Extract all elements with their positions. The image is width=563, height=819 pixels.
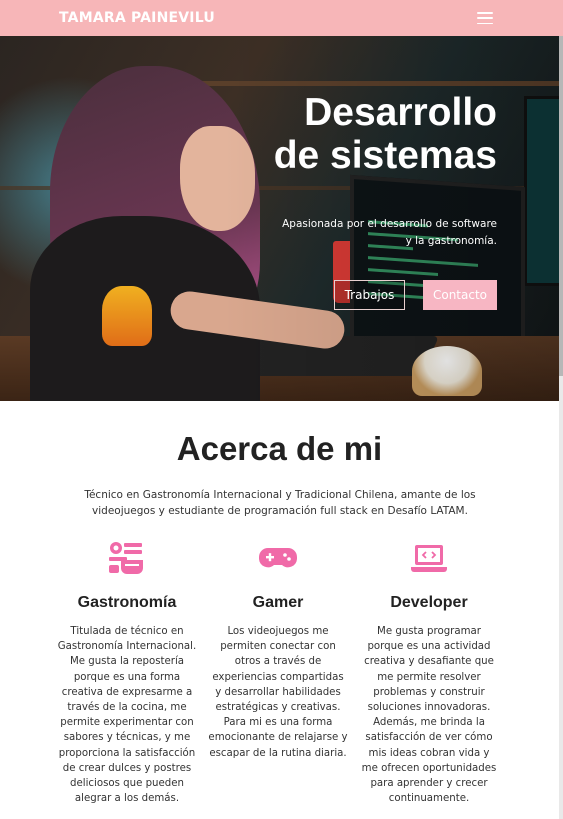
hero-banner: Desarrollo de sistemas Apasionada por el… xyxy=(0,36,559,401)
gamepad-icon xyxy=(259,548,297,568)
brand-logo-text[interactable]: TAMARA PAINEVILU xyxy=(59,10,215,26)
feature-text: Me gusta programar porque es una activid… xyxy=(361,626,497,805)
feature-title: Developer xyxy=(390,594,468,611)
hamburger-menu-icon[interactable] xyxy=(477,12,493,24)
feature-title: Gamer xyxy=(252,594,304,611)
feature-title: Gastronomía xyxy=(77,594,177,611)
page-scrollbar[interactable] xyxy=(559,36,563,819)
feature-column-gastronomia: Gastronomía Titulada de técnico en Gastr… xyxy=(47,540,207,806)
laptop-code-icon xyxy=(411,545,447,572)
feature-text: Los videojuegos me permiten conectar con… xyxy=(208,626,348,759)
hero-title: Desarrollo de sistemas xyxy=(197,91,497,177)
feature-text: Titulada de técnico en Gastronomía Inter… xyxy=(57,626,197,805)
chef-hat-food-icon xyxy=(109,542,143,574)
scrollbar-thumb[interactable] xyxy=(559,36,563,376)
contacto-button[interactable]: Contacto xyxy=(423,280,497,310)
navbar: TAMARA PAINEVILU xyxy=(0,0,563,36)
hero-subtitle: Apasionada por el desarrollo de software… xyxy=(282,218,497,247)
feature-column-gamer: Gamer Los videojuegos me permiten conect… xyxy=(198,540,358,761)
feature-column-developer: Developer Me gusta programar porque es u… xyxy=(349,540,509,806)
about-title: Acerca de mi xyxy=(176,430,383,467)
hero-title-line: Desarrollo xyxy=(304,91,497,134)
hero-title-line: de sistemas xyxy=(273,134,497,177)
about-description: Técnico en Gastronomía Internacional y T… xyxy=(84,489,476,517)
trabajos-button[interactable]: Trabajos xyxy=(334,280,405,310)
